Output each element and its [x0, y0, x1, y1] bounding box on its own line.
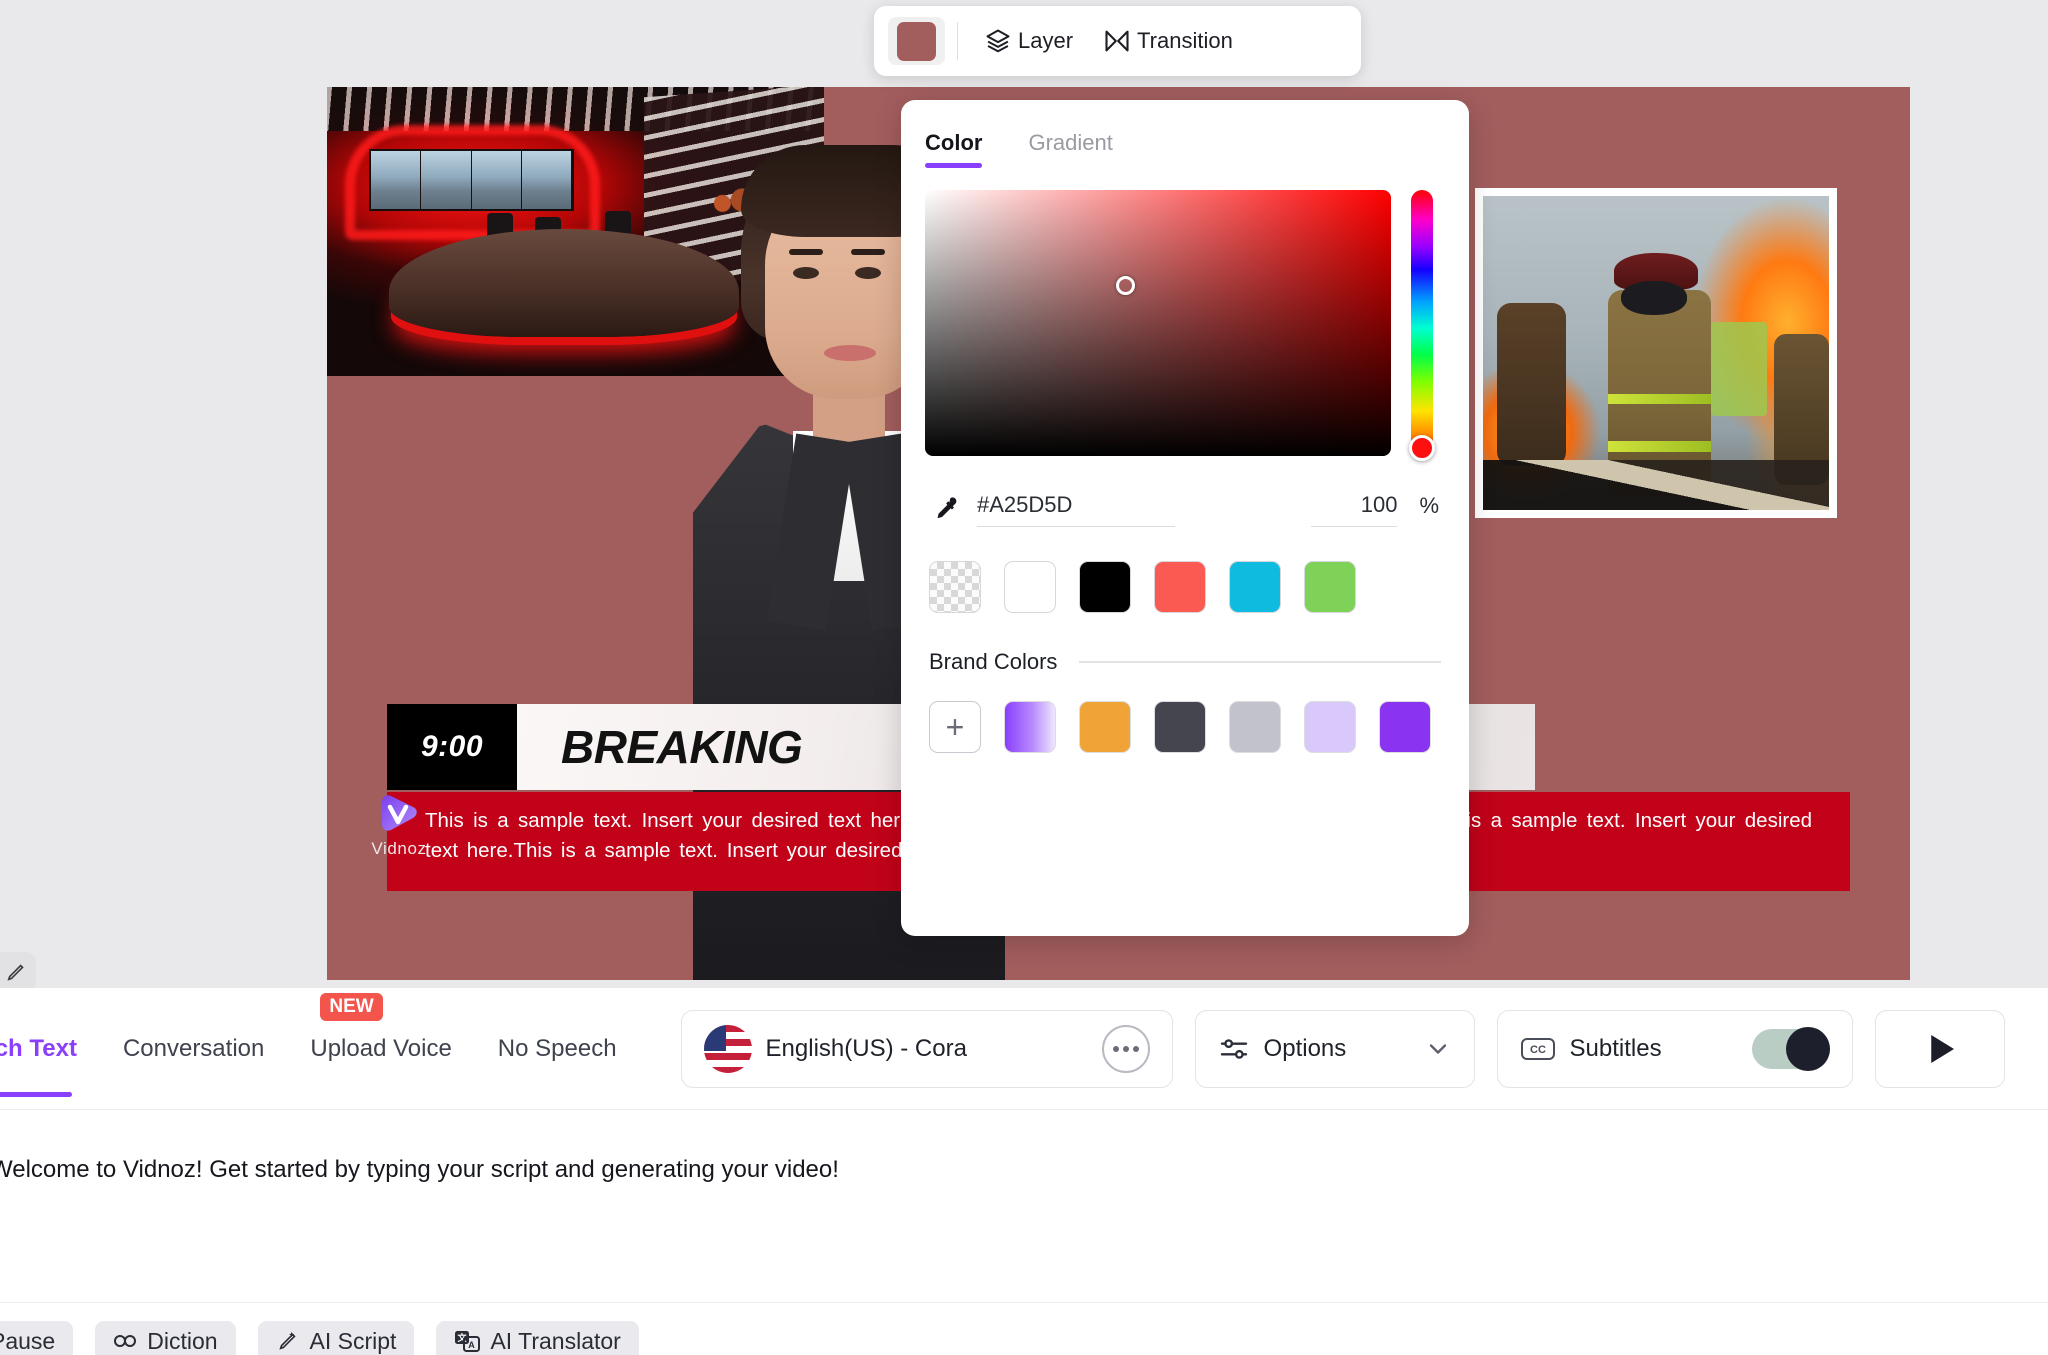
svg-text:CC: CC [1530, 1044, 1546, 1056]
us-flag-icon [703, 1024, 752, 1073]
ai-translator-icon: 文 A [455, 1331, 481, 1352]
hue-slider[interactable] [1409, 190, 1435, 461]
voice-label: English(US) - Cora [765, 1034, 967, 1062]
closed-caption-icon: CC [1520, 1037, 1555, 1060]
hex-input[interactable]: #A25D5D [977, 492, 1175, 527]
transition-label: Transition [1137, 28, 1233, 53]
swatch-cyan[interactable] [1229, 561, 1281, 613]
edge-tool-button[interactable] [0, 952, 36, 992]
script-editor[interactable]: Welcome to Vidnoz! Get started by typing… [0, 1110, 2048, 1300]
play-button[interactable] [1874, 1009, 2005, 1088]
tab-gradient[interactable]: Gradient [1028, 130, 1112, 168]
tab-conversation[interactable]: Conversation [123, 1035, 264, 1063]
ai-script-icon [278, 1331, 296, 1350]
options-dropdown[interactable]: Options [1194, 1009, 1475, 1088]
diction-icon [114, 1335, 137, 1347]
ai-translator-button[interactable]: 文 A AI Translator [436, 1321, 639, 1355]
pause-button[interactable]: Pause [0, 1321, 74, 1355]
brand-swatch-solid-purple[interactable] [1379, 701, 1431, 753]
options-label: Options [1263, 1034, 1347, 1062]
ai-script-button[interactable]: AI Script [257, 1321, 415, 1355]
tab-no-speech[interactable]: No Speech [498, 1035, 617, 1063]
subtitles-label: Subtitles [1569, 1034, 1662, 1062]
tab-speech-text[interactable]: eech Text [0, 1035, 77, 1097]
alpha-unit-label: % [1419, 493, 1439, 518]
color-field-row [901, 168, 1469, 461]
swatch-black[interactable] [1079, 561, 1131, 613]
tab-upload-voice-label: Upload Voice [310, 1034, 452, 1062]
diction-label: Diction [147, 1327, 218, 1354]
brand-swatch-light-gray[interactable] [1229, 701, 1281, 753]
diction-button[interactable]: Diction [95, 1321, 236, 1355]
brand-swatch-dark-slate[interactable] [1154, 701, 1206, 753]
swatch-green[interactable] [1304, 561, 1356, 613]
fill-color-button[interactable] [888, 17, 945, 65]
ai-script-label: AI Script [309, 1327, 397, 1354]
brand-swatch-grid: + [901, 675, 1469, 753]
layer-label: Layer [1018, 28, 1074, 53]
play-icon [1930, 1034, 1954, 1063]
tab-upload-voice[interactable]: NEW Upload Voice [310, 992, 452, 1063]
swatch-transparent[interactable] [929, 561, 981, 613]
tab-color[interactable]: Color [925, 130, 983, 168]
ai-translator-label: AI Translator [490, 1327, 621, 1354]
brand-swatch-orange[interactable] [1079, 701, 1131, 753]
add-brand-color-button[interactable]: + [929, 701, 981, 753]
canvas-toolbar: Layer Transition [874, 6, 1361, 76]
vidnoz-watermark-label: Vidnoz [371, 839, 427, 858]
brand-colors-header: Brand Colors [901, 613, 1469, 675]
script-text[interactable]: Welcome to Vidnoz! Get started by typing… [0, 1156, 2048, 1184]
color-picker-popover: Color Gradient #A25D5D 100 % Brand Color… [901, 100, 1469, 936]
pause-label: Pause [0, 1327, 56, 1354]
brand-swatch-pale-lavender[interactable] [1304, 701, 1356, 753]
sliders-icon [1220, 1038, 1247, 1059]
chevron-down-icon [1429, 1043, 1446, 1054]
layers-icon [986, 29, 1010, 53]
eyedropper-button[interactable] [929, 493, 963, 527]
saturation-handle[interactable] [1116, 276, 1135, 295]
vidnoz-logo-icon [376, 793, 422, 837]
transition-icon [1105, 30, 1129, 52]
brand-swatch-purple-gradient[interactable] [1004, 701, 1056, 753]
script-tool-row: Pause Diction AI Script 文 [0, 1302, 2048, 1355]
svg-text:A: A [469, 1340, 476, 1350]
alpha-input[interactable]: 100 [1311, 492, 1398, 527]
lower-third-time: 9:00 [387, 704, 517, 790]
subtitles-toggle[interactable] [1751, 1026, 1830, 1071]
voice-selector[interactable]: English(US) - Cora [680, 1009, 1173, 1088]
script-panel: eech Text Conversation NEW Upload Voice … [0, 988, 2048, 1355]
new-badge: NEW [320, 992, 383, 1021]
firefighter-photo[interactable] [1475, 188, 1837, 518]
color-picker-tabs: Color Gradient [901, 100, 1469, 168]
swatch-white[interactable] [1004, 561, 1056, 613]
subtitles-control[interactable]: CC Subtitles [1496, 1009, 1853, 1088]
fill-color-preview [897, 21, 936, 61]
hue-handle[interactable] [1409, 435, 1435, 461]
voice-mode-tabs: eech Text Conversation NEW Upload Voice … [0, 988, 2048, 1110]
transition-button[interactable]: Transition [1103, 27, 1233, 55]
brand-colors-divider [1079, 661, 1441, 663]
voice-more-button[interactable] [1101, 1024, 1150, 1073]
hex-alpha-row: #A25D5D 100 % [901, 456, 1469, 527]
saturation-value-field[interactable] [925, 190, 1391, 456]
pencil-icon [7, 964, 24, 981]
toolbar-divider [957, 22, 958, 60]
brand-colors-label: Brand Colors [929, 649, 1058, 674]
swatch-red[interactable] [1154, 561, 1206, 613]
vidnoz-watermark: Vidnoz [351, 787, 447, 865]
preset-swatch-row [901, 527, 1469, 613]
eyedropper-icon [937, 497, 957, 519]
layer-button[interactable]: Layer [984, 27, 1073, 55]
